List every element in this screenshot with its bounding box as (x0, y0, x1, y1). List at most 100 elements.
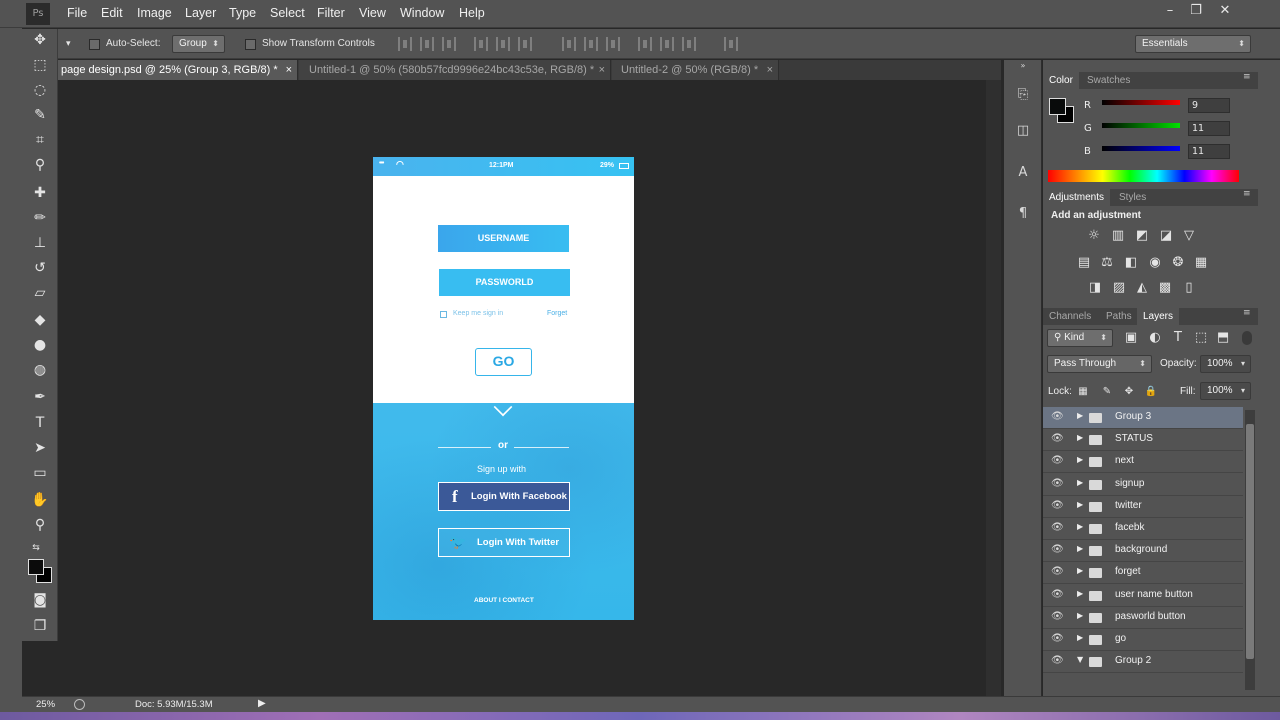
restore-button[interactable]: ❐ (1183, 2, 1209, 20)
expanded-triangle-icon[interactable]: ▼ (1077, 655, 1083, 664)
type-tool-icon[interactable]: T (28, 412, 52, 434)
layer-row[interactable]: 👁 ▶ user name button (1043, 584, 1243, 607)
distribute-right-icon[interactable] (682, 37, 696, 51)
distribute-bottom-icon[interactable] (606, 37, 620, 51)
curves-icon[interactable]: ◩ (1134, 229, 1150, 243)
status-menu-arrow-icon[interactable]: ▶ (258, 698, 266, 709)
tab-adjustments[interactable]: Adjustments (1043, 189, 1111, 206)
layer-name[interactable]: go (1115, 633, 1126, 644)
filter-type-icon[interactable]: T (1170, 331, 1186, 345)
tab-paths[interactable]: Paths (1100, 308, 1138, 325)
character-panel-icon[interactable]: A (1012, 162, 1034, 184)
collapsed-triangle-icon[interactable]: ▶ (1077, 478, 1083, 487)
align-bottom-icon[interactable] (442, 37, 456, 51)
black-white-icon[interactable]: ◧ (1123, 256, 1139, 270)
layer-row[interactable]: 👁 ▶ twitter (1043, 495, 1243, 518)
close-window-button[interactable]: ✕ (1212, 2, 1238, 20)
color-lookup-icon[interactable]: ▦ (1193, 256, 1209, 270)
layer-row[interactable]: 👁 ▶ Group 3 (1043, 407, 1243, 429)
layer-row[interactable]: 👁 ▶ STATUS (1043, 429, 1243, 452)
invert-icon[interactable]: ◨ (1087, 281, 1103, 295)
auto-align-icon[interactable] (724, 37, 738, 51)
quick-mask-icon[interactable]: ◙ (28, 589, 52, 611)
filter-adjustment-icon[interactable]: ◐ (1147, 331, 1163, 345)
layer-name[interactable]: facebk (1115, 522, 1144, 533)
menu-file[interactable]: File (67, 6, 87, 20)
tab-close-icon[interactable]: × (286, 60, 292, 80)
username-field[interactable]: USERNAME (438, 225, 569, 252)
opacity-field[interactable]: 100% ▾ (1200, 355, 1251, 373)
twitter-login-button[interactable]: 🐦 Login With Twitter (438, 528, 570, 557)
menu-select[interactable]: Select (270, 6, 305, 20)
layer-row[interactable]: 👁 ▶ signup (1043, 473, 1243, 496)
visibility-eye-icon[interactable]: 👁 (1051, 611, 1064, 623)
collapsed-triangle-icon[interactable]: ▶ (1077, 611, 1083, 620)
collapsed-triangle-icon[interactable]: ▶ (1077, 500, 1083, 509)
menu-type[interactable]: Type (229, 6, 256, 20)
color-foreground-swatch[interactable] (1049, 98, 1066, 115)
align-top-icon[interactable] (398, 37, 412, 51)
visibility-eye-icon[interactable]: 👁 (1051, 544, 1064, 556)
paragraph-panel-icon[interactable]: ¶ (1012, 203, 1034, 225)
layer-row[interactable]: 👁 ▶ facebk (1043, 518, 1243, 540)
canvas-scrollbar[interactable] (986, 80, 1001, 696)
tab-untitled-1[interactable]: Untitled-1 @ 50% (580b57fcd9996e24bc43c5… (299, 60, 611, 80)
collapsed-triangle-icon[interactable]: ▶ (1077, 544, 1083, 553)
zoom-tool-icon[interactable]: ⚲ (28, 514, 52, 536)
swap-colors-icon[interactable]: ⇆ (24, 537, 48, 559)
history-panel-icon[interactable]: ⎘ (1012, 84, 1034, 106)
color-spectrum-ramp[interactable] (1048, 170, 1239, 182)
menu-view[interactable]: View (359, 6, 386, 20)
screen-mode-icon[interactable]: ❐ (28, 615, 52, 637)
visibility-eye-icon[interactable]: 👁 (1051, 655, 1064, 667)
tab-page-design[interactable]: page design.psd @ 25% (Group 3, RGB/8) *… (58, 60, 298, 80)
password-field[interactable]: PASSWORLD (439, 269, 570, 296)
photo-filter-icon[interactable]: ◉ (1147, 256, 1163, 270)
tool-preset-chevron-icon[interactable]: ▾ (66, 38, 71, 49)
tab-close-icon[interactable]: × (599, 60, 605, 80)
visibility-eye-icon[interactable]: 👁 (1051, 478, 1064, 490)
menu-layer[interactable]: Layer (185, 6, 216, 20)
panel-menu-icon[interactable]: ≡ (1243, 72, 1251, 82)
crop-tool-icon[interactable]: ⌗ (28, 129, 52, 151)
visibility-eye-icon[interactable]: 👁 (1051, 633, 1064, 645)
quick-select-tool-icon[interactable]: ✎ (28, 104, 52, 126)
menu-edit[interactable]: Edit (101, 6, 123, 20)
blur-tool-icon[interactable]: ● (28, 334, 52, 356)
visibility-eye-icon[interactable]: 👁 (1051, 433, 1064, 445)
auto-select-dropdown[interactable]: Group ⬍ (172, 35, 225, 53)
layer-name[interactable]: next (1115, 455, 1134, 466)
menu-filter[interactable]: Filter (317, 6, 345, 20)
layer-name[interactable]: user name button (1115, 589, 1193, 600)
pen-tool-icon[interactable]: ✒ (28, 386, 52, 408)
vibrance-icon[interactable]: ▽ (1181, 229, 1197, 243)
layer-name[interactable]: forget (1115, 566, 1141, 577)
stamp-tool-icon[interactable]: ⊥ (28, 232, 52, 254)
status-info-icon[interactable] (74, 699, 85, 710)
lock-all-icon[interactable]: 🔒 (1143, 385, 1159, 399)
workspace-dropdown[interactable]: Essentials ⬍ (1135, 35, 1251, 53)
eyedropper-tool-icon[interactable]: ⚲ (28, 154, 52, 176)
menu-window[interactable]: Window (400, 6, 444, 20)
tab-swatches[interactable]: Swatches (1081, 72, 1136, 89)
path-select-tool-icon[interactable]: ➤ (28, 437, 52, 459)
menu-help[interactable]: Help (459, 6, 485, 20)
collapsed-triangle-icon[interactable]: ▶ (1077, 566, 1083, 575)
eraser-tool-icon[interactable]: ▱ (28, 282, 52, 304)
rectangle-tool-icon[interactable]: ▭ (28, 462, 52, 484)
layer-name[interactable]: twitter (1115, 500, 1142, 511)
tab-color[interactable]: Color (1043, 72, 1079, 89)
layer-name[interactable]: signup (1115, 478, 1144, 489)
distribute-top-icon[interactable] (562, 37, 576, 51)
distribute-vcenter-icon[interactable] (584, 37, 598, 51)
layer-name[interactable]: STATUS (1115, 433, 1153, 444)
visibility-eye-icon[interactable]: 👁 (1051, 411, 1064, 423)
zoom-level[interactable]: 25% (36, 699, 55, 710)
blend-mode-dropdown[interactable]: Pass Through ⬍ (1047, 355, 1152, 373)
hand-tool-icon[interactable]: ✋ (28, 489, 52, 511)
collapsed-triangle-icon[interactable]: ▶ (1077, 633, 1083, 642)
selective-color-icon[interactable]: ▯ (1181, 281, 1197, 295)
layer-kind-filter[interactable]: ⚲ Kind ⬍ (1047, 329, 1113, 347)
collapsed-triangle-icon[interactable]: ▶ (1077, 411, 1083, 420)
foreground-color-swatch[interactable] (28, 559, 44, 575)
